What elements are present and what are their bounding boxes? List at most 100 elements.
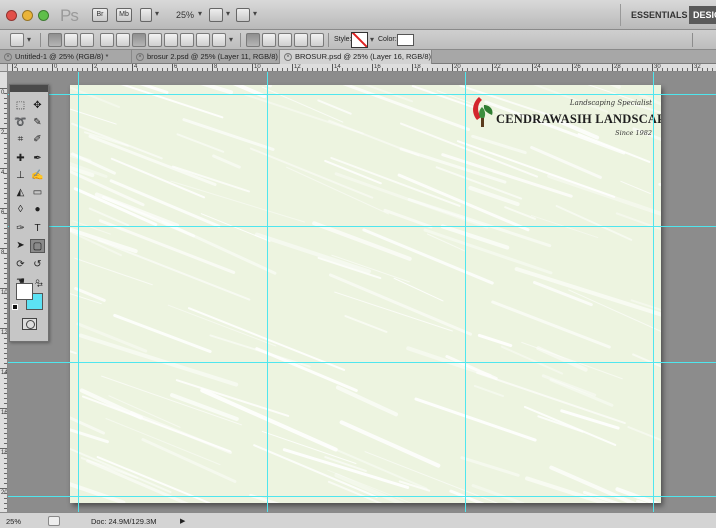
path-selection-tool-icon[interactable]: ➤ [13,239,28,253]
guide-vertical[interactable] [653,72,654,512]
3d-orbit-tool-icon[interactable]: ↺ [30,258,45,272]
guide-horizontal[interactable] [8,226,716,227]
bridge-button[interactable]: Br [92,8,108,22]
clone-stamp-tool-icon[interactable]: ⊥ [13,169,28,183]
ruler-minor-tick [587,68,588,71]
close-tab-icon[interactable]: × [4,53,12,61]
new-shape-layer-icon[interactable] [246,33,260,47]
arrange-documents-icon[interactable] [209,8,223,22]
move-tool-icon[interactable]: ✥ [30,99,45,113]
guide-horizontal[interactable] [8,496,716,497]
add-to-shape-icon[interactable] [262,33,276,47]
ruler-minor-tick [137,68,138,71]
brush-tool-icon[interactable]: ✒ [30,152,45,166]
status-bar: 25% Doc: 24.9M/129.3M ▶ [0,512,716,528]
close-tab-icon[interactable]: × [284,53,292,61]
history-brush-tool-icon[interactable]: ✍ [30,169,45,183]
ruler-minor-tick [362,68,363,71]
custom-shape-icon[interactable] [212,33,226,47]
3d-rotate-tool-icon[interactable]: ⟳ [13,258,28,272]
screen-mode-icon[interactable] [236,8,250,22]
vertical-ruler[interactable]: 02468101214161820 [0,72,8,512]
horizontal-ruler[interactable]: 2 0 2 4 6 8 10 12 14 16 18 20 22 24 26 28 30 32 [8,64,716,72]
canvas-area[interactable]: Landscaping Specialist CENDRAWASIH LANDS… [8,72,716,512]
line-icon[interactable] [196,33,210,47]
ruler-minor-tick [27,68,28,71]
ruler-major-tick [0,368,7,369]
subtract-shape-icon[interactable] [278,33,292,47]
guide-vertical[interactable] [78,72,79,512]
close-window-icon[interactable] [6,10,17,21]
rounded-rectangle-icon[interactable] [148,33,162,47]
rectangle-icon[interactable] [132,33,146,47]
healing-brush-tool-icon[interactable]: ✚ [13,152,28,166]
chevron-down-icon[interactable]: ▾ [370,35,374,44]
workspace-essentials[interactable]: ESSENTIALS [631,10,688,20]
pen-icon[interactable] [100,33,114,47]
style-swatch[interactable] [351,32,368,48]
mini-bridge-button[interactable]: Mb [116,8,132,22]
swap-colors-icon[interactable]: ⇄ [37,281,43,289]
chevron-down-icon[interactable]: ▾ [226,9,230,18]
ruler-minor-tick [367,68,368,71]
separator [328,33,329,47]
chevron-down-icon[interactable]: ▾ [27,35,31,44]
ellipse-icon[interactable] [164,33,178,47]
pen-tool-icon[interactable]: ✑ [13,222,28,236]
tools-panel-header[interactable] [10,85,48,92]
guide-horizontal[interactable] [8,94,716,95]
color-swatch[interactable] [397,34,414,46]
status-menu-arrow-icon[interactable]: ▶ [180,517,185,525]
quick-selection-tool-icon[interactable]: ✎ [30,116,45,130]
workspace-design[interactable]: DESIGN [689,6,716,24]
fill-pixels-icon[interactable] [80,33,94,47]
type-tool-icon[interactable]: T [30,222,45,236]
view-extras-icon[interactable] [140,8,152,22]
default-colors-icon[interactable] [12,304,18,310]
close-tab-icon[interactable]: × [136,53,144,61]
guide-vertical[interactable] [465,72,466,512]
tab-untitled[interactable]: × Untitled-1 @ 25% (RGB/8) * [0,50,132,64]
eraser-tool-icon[interactable]: ◭ [13,186,28,200]
ruler-minor-tick [567,68,568,71]
blur-tool-icon[interactable]: ◊ [13,203,28,217]
lasso-tool-icon[interactable]: ➰ [13,116,28,130]
tab-brosur[interactable]: × BROSUR.psd @ 25% (Layer 16, RGB/8) * [280,50,432,64]
guide-vertical[interactable] [267,72,268,512]
ruler-minor-tick [152,68,153,71]
tool-preset-icon[interactable] [10,33,24,47]
paths-icon[interactable] [64,33,78,47]
freeform-pen-icon[interactable] [116,33,130,47]
gradient-tool-icon[interactable]: ▭ [30,186,45,200]
zoom-window-icon[interactable] [38,10,49,21]
minimize-window-icon[interactable] [22,10,33,21]
ruler-major-tick [492,64,493,71]
ruler-minor-tick [222,68,223,71]
foreground-color-swatch[interactable] [16,283,33,300]
polygon-icon[interactable] [180,33,194,47]
ruler-origin[interactable] [0,64,8,72]
intersect-shape-icon[interactable] [294,33,308,47]
exclude-shape-icon[interactable] [310,33,324,47]
tab-label: Untitled-1 @ 25% (RGB/8) * [15,52,109,61]
dodge-tool-icon[interactable]: ● [30,203,45,217]
rectangle-tool-icon[interactable]: ▢ [30,239,45,253]
zoom-level-dropdown[interactable]: 25% [176,10,194,20]
ruler-major-tick [652,64,653,71]
crop-tool-icon[interactable]: ⌗ [13,133,28,147]
chevron-down-icon[interactable]: ▾ [155,9,159,18]
quick-mask-icon[interactable] [22,318,37,330]
status-zoom[interactable]: 25% [6,517,21,526]
chevron-down-icon[interactable]: ▾ [253,9,257,18]
document-canvas[interactable]: Landscaping Specialist CENDRAWASIH LANDS… [70,85,661,503]
shape-layers-icon[interactable] [48,33,62,47]
guide-horizontal[interactable] [8,362,716,363]
ruler-minor-tick [117,68,118,71]
marquee-tool-icon[interactable]: ⬚ [13,99,28,113]
chevron-down-icon[interactable]: ▾ [198,9,202,18]
application-bar: Ps Br Mb ▾ 25% ▾ ▾ ▾ ESSENTIALS DESIGN [0,0,716,30]
tab-brosur-2[interactable]: × brosur 2.psd @ 25% (Layer 11, RGB/8) [132,50,280,64]
status-info-icon[interactable] [48,516,60,526]
eyedropper-tool-icon[interactable]: ✐ [30,133,45,147]
chevron-down-icon[interactable]: ▾ [229,35,233,44]
